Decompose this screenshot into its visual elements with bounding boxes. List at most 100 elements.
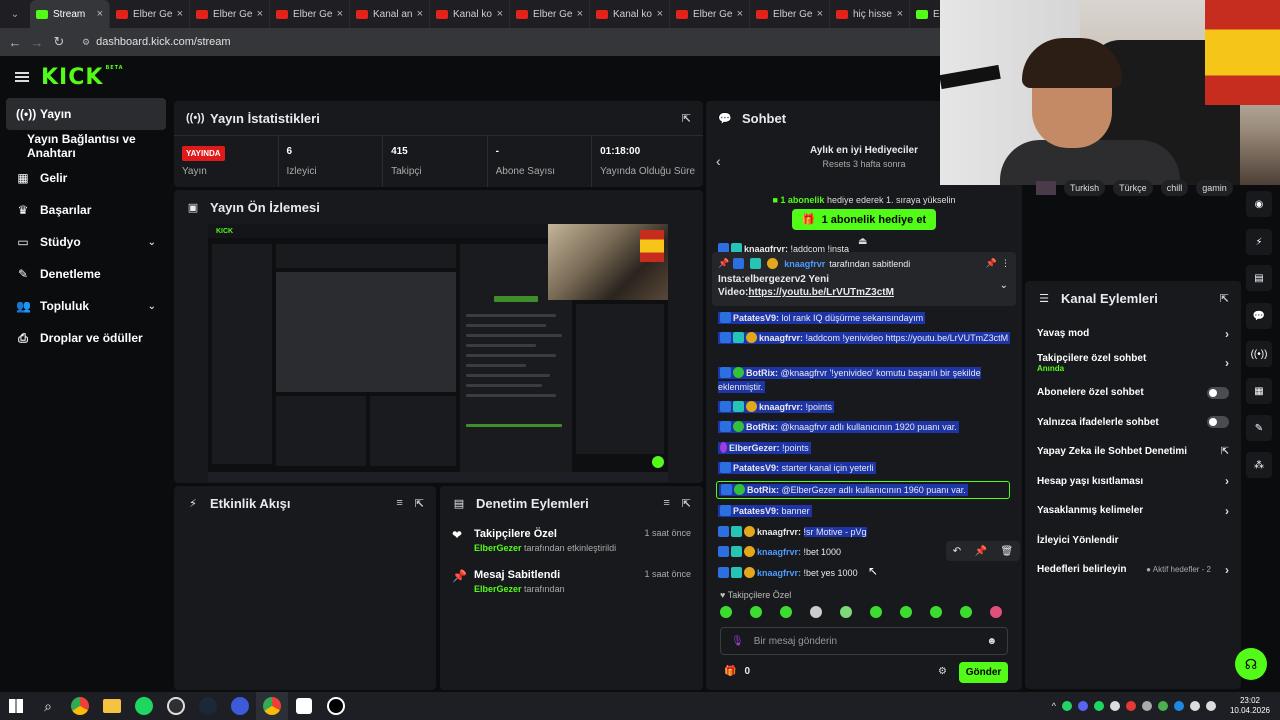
bluetooth-icon[interactable] bbox=[1173, 701, 1184, 711]
browser-tab[interactable]: Elber Ge × bbox=[110, 0, 190, 28]
channel-action-item[interactable]: Hedefleri belirleyin ● Aktif hedefler - 2… bbox=[1025, 555, 1241, 585]
reload-icon[interactable]: ↻ bbox=[50, 33, 68, 51]
tab-close-icon[interactable]: × bbox=[897, 8, 903, 20]
filter-icon[interactable]: ≡ bbox=[396, 497, 402, 510]
tray-app-icon[interactable] bbox=[1125, 701, 1136, 711]
capcut-icon[interactable] bbox=[288, 692, 320, 720]
mod-action-user[interactable]: ElberGezer bbox=[474, 543, 522, 553]
toggle-switch[interactable] bbox=[1207, 416, 1229, 429]
layout-icon[interactable]: ▦ bbox=[1246, 378, 1272, 404]
support-icon[interactable]: ☊ bbox=[1235, 648, 1267, 680]
expand-icon[interactable]: ⌄ bbox=[1000, 280, 1008, 291]
stream-tag[interactable]: chill bbox=[1160, 180, 1189, 196]
chat-username[interactable]: knaagfrvr: bbox=[757, 547, 801, 557]
chevron-right-icon[interactable]: › bbox=[1225, 356, 1229, 370]
stream-tag[interactable]: gamin bbox=[1196, 180, 1233, 196]
tab-close-icon[interactable]: × bbox=[97, 8, 103, 20]
chat-username[interactable]: PatatesV9: bbox=[733, 313, 779, 323]
tab-close-icon[interactable]: × bbox=[497, 8, 503, 20]
chevron-right-icon[interactable]: › bbox=[1225, 327, 1229, 341]
url-field[interactable]: ⚙ dashboard.kick.com/stream bbox=[82, 36, 231, 48]
chrome-icon[interactable] bbox=[64, 692, 96, 720]
tab-close-icon[interactable]: × bbox=[257, 8, 263, 20]
external-link-icon[interactable]: ⇱ bbox=[1221, 446, 1229, 457]
forward-icon[interactable]: → bbox=[28, 33, 46, 51]
bolt-icon[interactable]: ⚡ bbox=[1246, 229, 1272, 255]
emoji-icon[interactable]: ☻ bbox=[986, 636, 997, 647]
spotify-icon[interactable] bbox=[1093, 701, 1104, 711]
tray-chevron-icon[interactable]: ^ bbox=[1052, 701, 1056, 711]
back-icon[interactable]: ← bbox=[6, 33, 24, 51]
windows-start-icon[interactable] bbox=[0, 692, 32, 720]
chat-username[interactable]: knaagfrvr: bbox=[759, 402, 803, 412]
channel-action-item[interactable]: Abonelere özel sohbet bbox=[1025, 378, 1241, 408]
clipboard-icon[interactable]: ▤ bbox=[1246, 265, 1272, 291]
emote-icon[interactable] bbox=[750, 606, 762, 618]
mic-icon[interactable]: 🎙 bbox=[731, 636, 744, 647]
stream-tag[interactable]: Türkçe bbox=[1113, 180, 1153, 196]
chat-username[interactable]: PatatesV9: bbox=[733, 506, 779, 516]
chat-username[interactable]: knaagfrvr: bbox=[759, 333, 803, 343]
tray-app-icon[interactable] bbox=[1109, 701, 1120, 711]
stream-preview-video[interactable]: KICK bbox=[208, 224, 668, 482]
tray-app-icon[interactable] bbox=[1141, 701, 1152, 711]
chevron-right-icon[interactable]: › bbox=[1225, 504, 1229, 518]
reply-icon[interactable]: ↶ bbox=[953, 546, 961, 557]
browser-tab[interactable]: Kanal ko × bbox=[430, 0, 510, 28]
chat-username[interactable]: knaagfrvr: bbox=[757, 527, 801, 537]
kick-logo[interactable]: KICK BETA bbox=[41, 65, 124, 90]
channel-action-item[interactable]: Yasaklanmış kelimeler › bbox=[1025, 496, 1241, 526]
tab-close-icon[interactable]: × bbox=[737, 8, 743, 20]
chat-icon[interactable]: 💬 bbox=[1246, 303, 1272, 329]
emote-icon[interactable] bbox=[870, 606, 882, 618]
chat-username[interactable]: BotRix: bbox=[746, 368, 778, 378]
emote-icon[interactable] bbox=[720, 606, 732, 618]
site-info-icon[interactable]: ⚙ bbox=[82, 37, 90, 48]
discord-icon[interactable] bbox=[1077, 701, 1088, 711]
more-icon[interactable]: ⋮ bbox=[1001, 258, 1010, 269]
people-icon[interactable]: ⁂ bbox=[1246, 452, 1272, 478]
steam-icon[interactable] bbox=[192, 692, 224, 720]
toggle-switch[interactable] bbox=[1207, 386, 1229, 399]
channel-action-item[interactable]: Yapay Zeka ile Sohbet Denetimi ⇱ bbox=[1025, 437, 1241, 467]
network-icon[interactable] bbox=[1189, 701, 1200, 711]
popout-icon[interactable]: ⇱ bbox=[415, 497, 424, 510]
pinned-link[interactable]: https://youtu.be/LrVUTmZ3ctM bbox=[748, 287, 894, 298]
emote-icon[interactable] bbox=[780, 606, 792, 618]
sidebar-item[interactable]: ✎ Denetleme bbox=[6, 258, 166, 290]
wrench-icon[interactable]: ✎ bbox=[1246, 415, 1272, 441]
chevron-right-icon[interactable]: › bbox=[1225, 563, 1229, 577]
unpin-icon[interactable]: 📌 bbox=[986, 258, 997, 269]
chat-input[interactable]: 🎙 Bir mesaj gönderin ☻ bbox=[720, 627, 1008, 655]
channel-action-item[interactable]: Takipçilere özel sohbet Anında › bbox=[1025, 349, 1241, 379]
emote-icon[interactable] bbox=[930, 606, 942, 618]
popout-icon[interactable]: ⇱ bbox=[682, 497, 691, 510]
tab-close-icon[interactable]: × bbox=[337, 8, 343, 20]
spotify-icon[interactable] bbox=[128, 692, 160, 720]
scroll-up-icon[interactable]: ⏏ bbox=[858, 236, 867, 247]
emote-icon[interactable] bbox=[840, 606, 852, 618]
sidebar-item[interactable]: 👥 Topluluk ⌄ bbox=[6, 290, 166, 322]
search-icon[interactable]: ⌕ bbox=[32, 692, 64, 720]
menu-icon[interactable] bbox=[15, 72, 29, 82]
popout-icon[interactable]: ⇱ bbox=[682, 112, 691, 125]
tab-close-icon[interactable]: × bbox=[417, 8, 423, 20]
whatsapp-icon[interactable] bbox=[1061, 701, 1072, 711]
player-icon[interactable] bbox=[320, 692, 352, 720]
sidebar-item[interactable]: ((•)) Yayın bbox=[6, 98, 166, 130]
sidebar-item[interactable]: ♛ Başarılar bbox=[6, 194, 166, 226]
emote-icon[interactable] bbox=[810, 606, 822, 618]
sidebar-item[interactable]: ⎙ Droplar ve ödüller bbox=[6, 322, 166, 354]
filter-icon[interactable]: ≡ bbox=[663, 497, 669, 510]
popout-icon[interactable]: ⇱ bbox=[1220, 292, 1229, 305]
tab-search-icon[interactable]: ⌄ bbox=[4, 3, 26, 25]
settings-icon[interactable]: ⚙ bbox=[938, 666, 947, 677]
send-button[interactable]: Gönder bbox=[959, 662, 1008, 683]
chat-username[interactable]: BotRix: bbox=[747, 485, 779, 495]
browser-tab[interactable]: hiç hisse × bbox=[830, 0, 910, 28]
pin-icon[interactable]: 📌 bbox=[975, 546, 987, 557]
broadcast-icon[interactable]: ((•)) bbox=[1246, 341, 1272, 367]
browser-tab[interactable]: Elber Ge × bbox=[750, 0, 830, 28]
chrome-icon[interactable] bbox=[256, 692, 288, 720]
chevron-right-icon[interactable]: › bbox=[1225, 474, 1229, 488]
